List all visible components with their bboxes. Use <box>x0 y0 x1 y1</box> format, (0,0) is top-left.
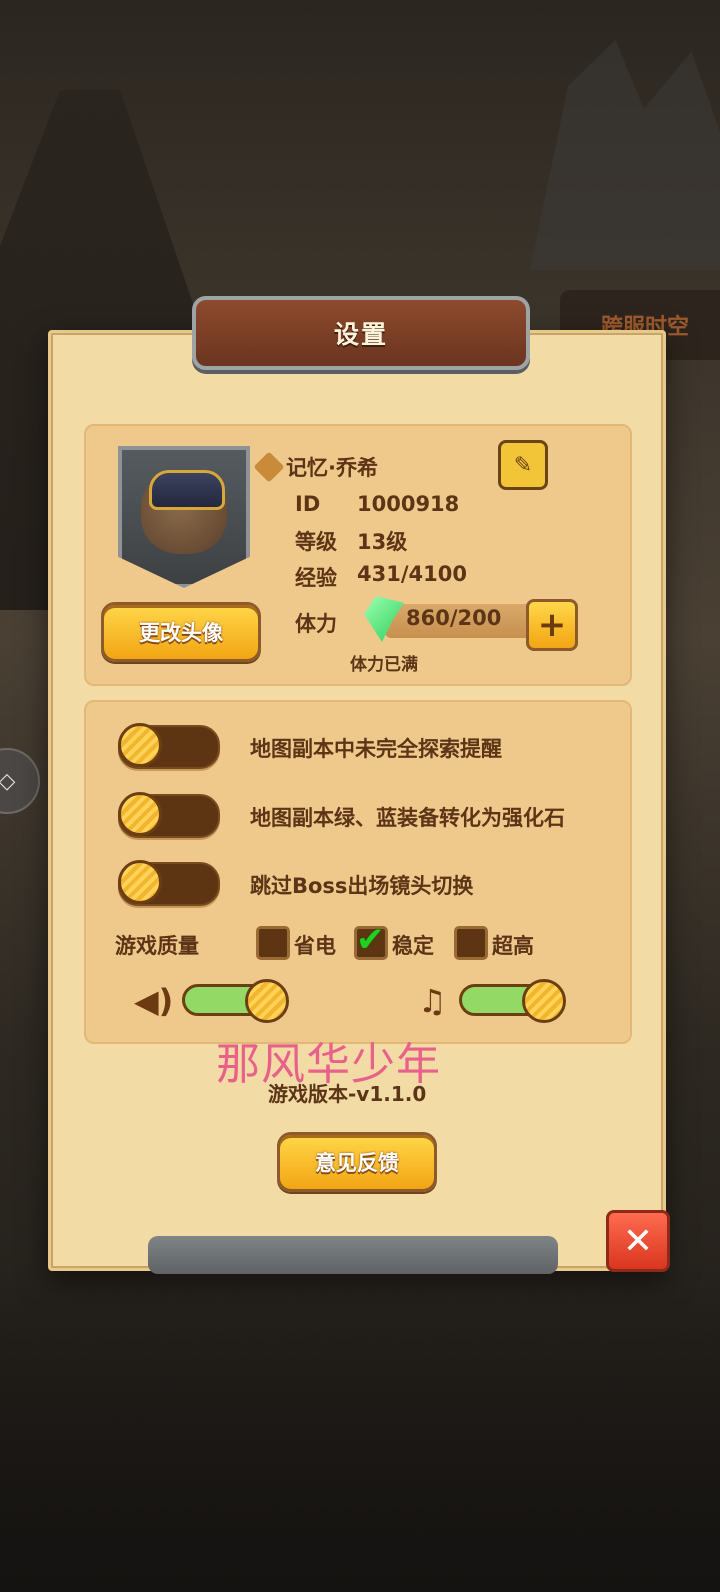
level-label: 等级 <box>295 530 337 554</box>
dialog-title: 设置 <box>333 320 388 349</box>
plus-icon: + <box>537 605 567 645</box>
quality-checkbox-power-save[interactable] <box>256 926 290 960</box>
stamina-value: 860/200 <box>406 606 502 630</box>
close-icon: ✕ <box>622 1220 654 1262</box>
toggle-knob <box>118 723 162 767</box>
quality-checkbox-ultra[interactable] <box>454 926 488 960</box>
id-label: ID <box>295 492 321 516</box>
speaker-icon: ◀) <box>134 982 174 1020</box>
helmet-icon <box>149 470 225 510</box>
toggle-convert-equipment[interactable] <box>118 792 220 838</box>
option-label-convert-equipment: 地图副本绿、蓝装备转化为强化石 <box>250 806 565 830</box>
quality-label: 游戏质量 <box>115 934 199 958</box>
feedback-button[interactable]: 意见反馈 <box>277 1132 437 1192</box>
toggle-knob <box>118 792 162 836</box>
checkmark-icon: ✔ <box>356 920 385 960</box>
version-text: 游戏版本-v1.1.0 <box>268 1082 427 1106</box>
title-plate: 设置 <box>192 296 530 370</box>
id-value: 1000918 <box>357 492 460 516</box>
background-ground <box>0 1262 720 1592</box>
toggle-skip-boss-cutscene[interactable] <box>118 860 220 906</box>
close-button[interactable]: ✕ <box>606 1210 670 1272</box>
slider-knob[interactable] <box>522 979 566 1023</box>
background-rock <box>530 40 720 270</box>
option-label-skip-boss-cutscene: 跳过Boss出场镜头切换 <box>250 874 474 898</box>
diamond-icon: ◇ <box>0 768 16 794</box>
exp-label: 经验 <box>295 566 337 590</box>
toggle-explore-reminder[interactable] <box>118 723 220 769</box>
quality-option-power-save: 省电 <box>294 934 336 958</box>
music-volume-slider[interactable] <box>459 979 566 1023</box>
side-menu-button[interactable]: ◇ <box>0 748 40 814</box>
change-avatar-button[interactable]: 更改头像 <box>101 602 261 662</box>
slider-knob[interactable] <box>245 979 289 1023</box>
panel-bottom-ornament <box>148 1236 558 1274</box>
sound-volume-slider[interactable] <box>182 979 289 1023</box>
edit-name-icon[interactable]: ✎ <box>498 440 548 490</box>
level-value: 13级 <box>357 530 408 554</box>
rank-diamond-icon <box>253 451 285 483</box>
stamina-status: 体力已满 <box>350 655 418 675</box>
music-note-icon: ♫ <box>418 982 447 1020</box>
quality-option-stable: 稳定 <box>392 934 434 958</box>
stamina-label: 体力 <box>295 612 337 636</box>
feedback-label: 意见反馈 <box>315 1151 399 1175</box>
toggle-knob <box>118 860 162 904</box>
add-stamina-button[interactable]: + <box>526 599 578 651</box>
quality-option-ultra: 超高 <box>492 934 534 958</box>
option-label-explore-reminder: 地图副本中未完全探索提醒 <box>250 737 502 761</box>
bear-warrior-icon <box>141 470 227 554</box>
change-avatar-label: 更改头像 <box>139 621 223 645</box>
player-name: 记忆·乔希 <box>286 456 378 480</box>
exp-value: 431/4100 <box>357 562 467 586</box>
player-name-row: 记忆·乔希 <box>253 451 378 483</box>
